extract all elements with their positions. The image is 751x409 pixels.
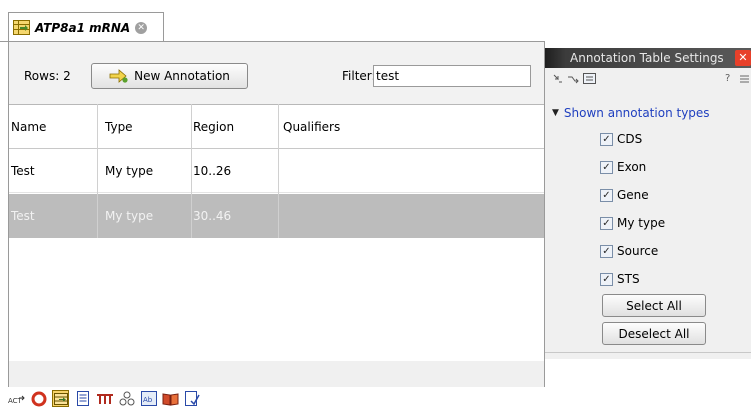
new-annotation-button[interactable]: New Annotation <box>91 63 248 89</box>
annotation-table-icon <box>13 20 30 35</box>
structure-icon[interactable] <box>118 390 135 407</box>
collapse-arrow-icon: ▼ <box>552 108 559 118</box>
checkbox-checked-icon: ✓ <box>600 216 613 230</box>
tab-atp8a1-mrna[interactable]: ATP8a1 mRNA ✕ <box>8 12 164 42</box>
select-all-button[interactable]: Select All <box>602 294 706 317</box>
table-footer <box>9 361 544 387</box>
checkbox-checked-icon: ✓ <box>600 132 613 146</box>
history-icon[interactable] <box>184 390 201 407</box>
elements-icon[interactable]: Ab <box>140 390 157 407</box>
table-row[interactable]: Test My type 10..26 <box>9 149 544 193</box>
cell-region: 10..26 <box>193 163 232 178</box>
column-divider <box>191 104 192 238</box>
type-label: Exon <box>617 160 647 174</box>
filter-input[interactable] <box>373 65 531 87</box>
column-header-region[interactable]: Region <box>191 105 278 148</box>
collapse-all-icon[interactable] <box>553 74 563 84</box>
annotation-table-settings-panel: Annotation Table Settings ✕ ? ▼ Shown an… <box>545 48 751 359</box>
type-label: CDS <box>617 132 643 146</box>
checkbox-checked-icon: ✓ <box>600 272 613 286</box>
svg-text:Ab: Ab <box>143 396 153 404</box>
bar-chart-icon[interactable] <box>96 390 113 407</box>
type-label: Source <box>617 244 659 258</box>
book-icon[interactable] <box>162 390 179 407</box>
cell-qualifiers <box>281 149 543 192</box>
section-title: Shown annotation types <box>563 106 710 120</box>
settings-panel-tools: ? <box>545 68 751 90</box>
table-header: Name Type Region Qualifiers <box>9 105 544 149</box>
type-checkbox-my-type[interactable]: ✓ My type <box>600 216 665 230</box>
new-annotation-icon <box>109 69 128 83</box>
type-label: My type <box>617 216 666 230</box>
abc-sequence-icon[interactable]: ACT <box>8 390 25 407</box>
type-checkbox-cds[interactable]: ✓ CDS <box>600 132 642 146</box>
column-divider <box>97 104 98 238</box>
cell-name: Test <box>11 209 35 223</box>
settings-panel-title: Annotation Table Settings <box>570 51 724 65</box>
column-divider <box>278 104 279 238</box>
view-switcher-toolbar: ACT Ab <box>8 388 201 409</box>
column-header-type[interactable]: Type <box>103 105 191 148</box>
help-icon[interactable]: ? <box>725 73 730 84</box>
cell-name: Test <box>11 163 35 178</box>
cell-type: My type <box>105 209 154 223</box>
new-annotation-label: New Annotation <box>134 69 230 83</box>
column-header-name[interactable]: Name <box>9 105 97 148</box>
text-view-icon[interactable] <box>74 390 91 407</box>
checkbox-checked-icon: ✓ <box>600 244 613 258</box>
expand-all-icon[interactable] <box>567 74 579 84</box>
editor-tab-strip: ATP8a1 mRNA ✕ <box>0 0 751 42</box>
deselect-all-button[interactable]: Deselect All <box>602 322 706 345</box>
settings-panel-header[interactable]: Annotation Table Settings ✕ <box>545 48 751 68</box>
close-panel-icon[interactable]: ✕ <box>735 50 751 66</box>
table-toolbar: Rows: 2 New Annotation Filter: <box>9 42 544 104</box>
cell-type: My type <box>105 163 154 178</box>
save-settings-icon[interactable] <box>583 73 596 84</box>
checkbox-checked-icon: ✓ <box>600 188 613 202</box>
annotation-table-icon[interactable] <box>52 390 69 407</box>
type-label: Gene <box>617 188 649 202</box>
annotation-table: Name Type Region Qualifiers Test My type… <box>9 104 544 361</box>
type-checkbox-exon[interactable]: ✓ Exon <box>600 160 646 174</box>
column-header-qualifiers[interactable]: Qualifiers <box>281 105 543 148</box>
rows-count-label: Rows: 2 <box>24 69 71 83</box>
close-tab-icon[interactable]: ✕ <box>135 21 148 34</box>
annotation-table-panel: Rows: 2 New Annotation Filter: Name Type… <box>8 42 545 387</box>
checkbox-checked-icon: ✓ <box>600 160 613 174</box>
panel-divider <box>545 352 751 353</box>
type-checkbox-source[interactable]: ✓ Source <box>600 244 658 258</box>
panel-menu-icon[interactable] <box>740 74 749 84</box>
circular-view-icon[interactable] <box>30 390 47 407</box>
type-label: STS <box>617 272 640 286</box>
filter-label: Filter: <box>342 69 376 83</box>
tab-title: ATP8a1 mRNA <box>35 20 131 35</box>
cell-region: 30..46 <box>193 209 232 223</box>
type-checkbox-sts[interactable]: ✓ STS <box>600 272 640 286</box>
type-checkbox-gene[interactable]: ✓ Gene <box>600 188 649 202</box>
shown-annotation-types-section[interactable]: ▼ Shown annotation types <box>552 106 710 120</box>
table-row-selected[interactable]: Test My type 30..46 <box>9 194 544 238</box>
cell-qualifiers <box>281 194 543 238</box>
